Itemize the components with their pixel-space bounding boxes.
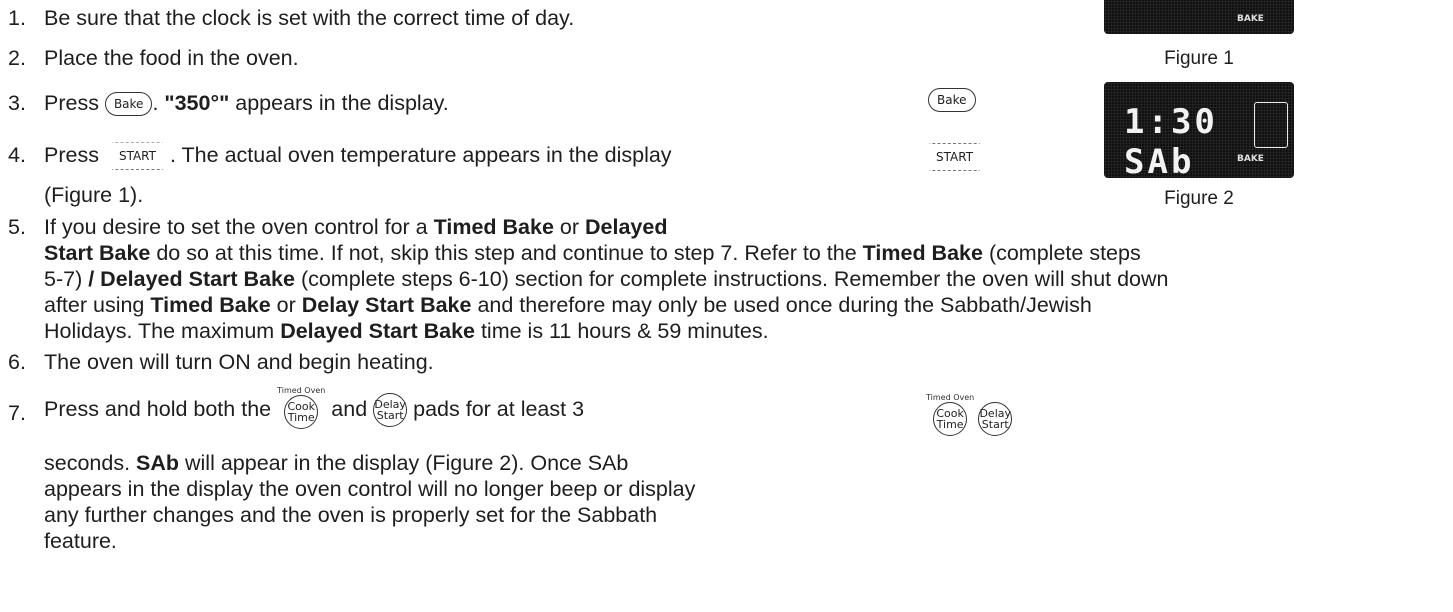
step-2-number: 2. (8, 46, 26, 70)
step-4-number: 4. (8, 143, 26, 167)
s5-l1-mid: or (553, 215, 585, 239)
delay-start-illustration-icon: Delay Start (978, 402, 1013, 436)
step-7-line-3: appears in the display the oven control … (44, 477, 696, 501)
s5-l4-post: and therefore may only be used once duri… (471, 293, 1092, 317)
step-5-line-1: If you desire to set the oven control fo… (44, 214, 667, 240)
delay-start-pad-icon: Delay Start (373, 393, 408, 428)
s5-l3-pre: 5-7) (44, 267, 89, 291)
s5-l1-b1: Timed Bake (433, 215, 554, 239)
figure-1-bake-label: BAKE (1237, 14, 1264, 24)
step-3-text: Press Bake. "350°" appears in the displa… (44, 90, 449, 117)
s7-l2-b: SAb (136, 451, 180, 475)
step-7-line-5: feature. (44, 529, 117, 553)
s5-l4-pre: after using (44, 293, 151, 317)
step-1-number: 1. (8, 6, 26, 30)
s5-l2-mid: do so at this time. If not, skip this st… (150, 241, 863, 265)
s5-l5-pre: Holidays. The maximum (44, 319, 281, 343)
s5-l2-b: Start Bake (44, 241, 151, 265)
step-5-line-3: 5-7) / Delayed Start Bake (complete step… (44, 266, 1169, 292)
step-4-continuation: (Figure 1). (44, 183, 144, 207)
step-3-number: 3. (8, 91, 26, 115)
s5-l1-pre: If you desire to set the oven control fo… (44, 215, 434, 239)
cook-time-illustration: Timed Oven Cook Time (926, 393, 974, 436)
step-3-pre: Press (44, 91, 99, 115)
step-7-post: pads for at least 3 (407, 397, 585, 421)
start-label: Start (376, 409, 404, 423)
step-7-pre: Press and hold both the (44, 397, 272, 421)
step-4-text: Press START. The actual oven temperature… (44, 142, 672, 171)
cook-time-illustration-icon: Cook Time (933, 402, 968, 436)
step-5-line-2: Start Bake do so at this time. If not, s… (44, 240, 1141, 266)
bake-pad-illustration: Bake (928, 88, 976, 112)
figure-2-caption: Figure 2 (1164, 188, 1234, 209)
step-4-pre: Press (44, 143, 99, 167)
step-3-spacer: . (152, 91, 165, 115)
s5-l5-b: Delayed Start Bake (280, 319, 475, 343)
start-label-2: Start (981, 418, 1009, 431)
s5-l4-b2: Delay Start Bake (301, 293, 472, 317)
s5-l1-b2: Delayed (585, 215, 668, 239)
step-7-line-4: any further changes and the oven is prop… (44, 503, 658, 527)
timed-oven-illustration-label: Timed Oven (926, 393, 975, 402)
bake-pad-icon: Bake (104, 92, 153, 117)
s5-l5-post: time is 11 hours & 59 minutes. (474, 319, 769, 343)
step-1-text: Be sure that the clock is set with the c… (44, 6, 575, 30)
figure-2-indicator-box (1254, 102, 1288, 148)
figure-1-display: BAKE (1104, 0, 1294, 34)
step-5-line-5: Holidays. The maximum Delayed Start Bake… (44, 318, 769, 344)
step-7-line-1: Press and hold both the Timed Oven Cook T… (44, 386, 584, 429)
start-pad-icon: START (104, 142, 170, 171)
figure-2-display: 1:30 SAb BAKE (1104, 82, 1294, 182)
step-3-post: appears in the display. (229, 91, 449, 115)
time-label: Time (287, 411, 315, 424)
step-7-mid: and (325, 397, 374, 421)
step-4-post: . The actual oven temperature appears in… (169, 143, 672, 167)
s7-l2-pre: seconds. (44, 451, 137, 475)
time-label-2: Time (936, 418, 964, 431)
s5-l2-post: (complete steps (982, 241, 1141, 265)
s5-l3-post: (complete steps 6-10) section for comple… (294, 267, 1169, 291)
step-6-number: 6. (8, 350, 26, 374)
figure-2-bake-label: BAKE (1237, 154, 1264, 164)
s7-l2-post: will appear in the display (Figure 2). O… (179, 451, 629, 475)
step-5-number: 5. (8, 215, 26, 239)
step-7-number: 7. (8, 401, 26, 425)
s5-l4-mid: or (270, 293, 302, 317)
step-6-text: The oven will turn ON and begin heating. (44, 350, 434, 374)
s5-l4-b1: Timed Bake (150, 293, 271, 317)
figure-1-caption: Figure 1 (1164, 48, 1234, 69)
cook-time-pad-inline: Timed Oven Cook Time (277, 386, 325, 429)
cook-delay-pad-illustration: Timed Oven Cook Time Delay Start (926, 393, 1013, 436)
start-pad-illustration: START (922, 143, 988, 171)
s5-l3-b: / Delayed Start Bake (88, 267, 295, 291)
s5-l2-b2: Timed Bake (862, 241, 983, 265)
cook-time-pad-icon: Cook Time (284, 395, 319, 429)
step-3-bold: "350°" (164, 91, 230, 115)
step-5-line-4: after using Timed Bake or Delay Start Ba… (44, 292, 1092, 318)
timed-oven-label: Timed Oven (277, 386, 326, 395)
step-7-line-2: seconds. SAb will appear in the display … (44, 450, 628, 476)
step-2-text: Place the food in the oven. (44, 46, 299, 70)
